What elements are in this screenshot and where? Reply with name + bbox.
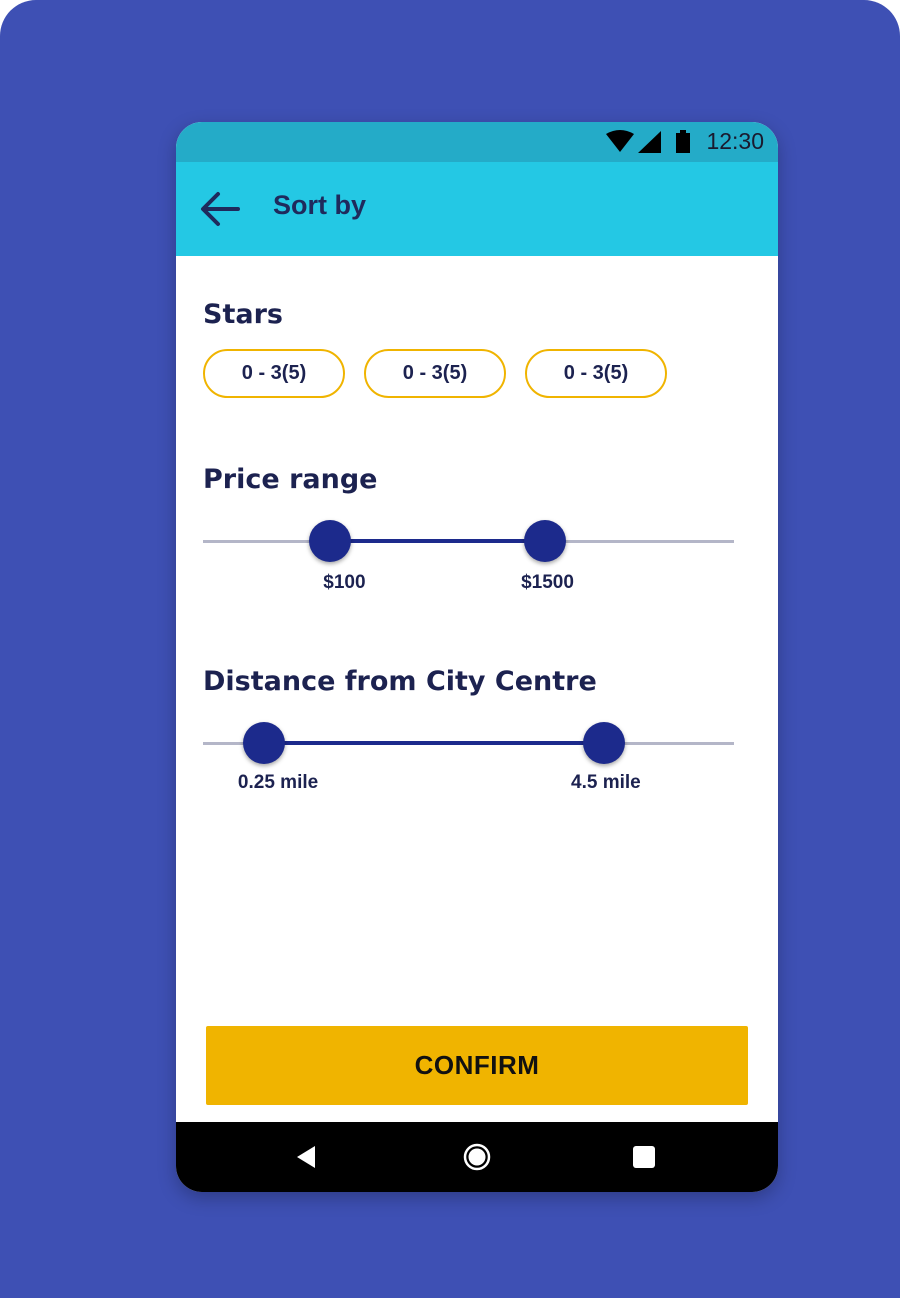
price-min-thumb[interactable] (309, 520, 352, 562)
status-bar: 12:30 (176, 122, 778, 162)
price-max-thumb[interactable] (524, 520, 567, 562)
phone-screen: 12:30 Sort by Stars 0 - 3(5) 0 - 3(5) 0 … (176, 122, 778, 1192)
back-button[interactable] (196, 184, 246, 234)
price-range-title: Price range (203, 464, 378, 495)
wifi-icon (606, 130, 634, 152)
distance-section-title: Distance from City Centre (203, 666, 597, 697)
price-max-label: $1500 (521, 572, 574, 593)
recents-square-icon[interactable] (629, 1142, 659, 1172)
price-min-label: $100 (323, 572, 366, 593)
stars-chip-2[interactable]: 0 - 3(5) (364, 349, 506, 398)
confirm-button[interactable]: CONFIRM (206, 1026, 748, 1105)
distance-slider[interactable] (203, 722, 734, 766)
distance-min-label: 0.25 mile (237, 772, 319, 793)
back-triangle-icon[interactable] (293, 1142, 323, 1172)
signal-icon (638, 131, 661, 153)
stars-chip-3[interactable]: 0 - 3(5) (525, 349, 667, 398)
status-time: 12:30 (706, 128, 764, 154)
stars-chip-1[interactable]: 0 - 3(5) (203, 349, 345, 398)
system-nav-bar (176, 1122, 778, 1192)
price-slider-fill (330, 539, 546, 543)
distance-slider-fill (264, 741, 604, 745)
home-circle-icon[interactable] (462, 1142, 492, 1172)
stars-section-title: Stars (203, 299, 283, 330)
app-bar: Sort by (176, 162, 778, 256)
battery-icon (676, 130, 690, 153)
status-icons (606, 130, 690, 153)
arrow-left-icon (201, 192, 240, 226)
page-title: Sort by (273, 190, 367, 220)
distance-min-thumb[interactable] (243, 722, 286, 764)
price-range-slider[interactable] (203, 520, 734, 564)
distance-max-label: 4.5 mile (571, 772, 641, 793)
distance-max-thumb[interactable] (582, 722, 625, 764)
